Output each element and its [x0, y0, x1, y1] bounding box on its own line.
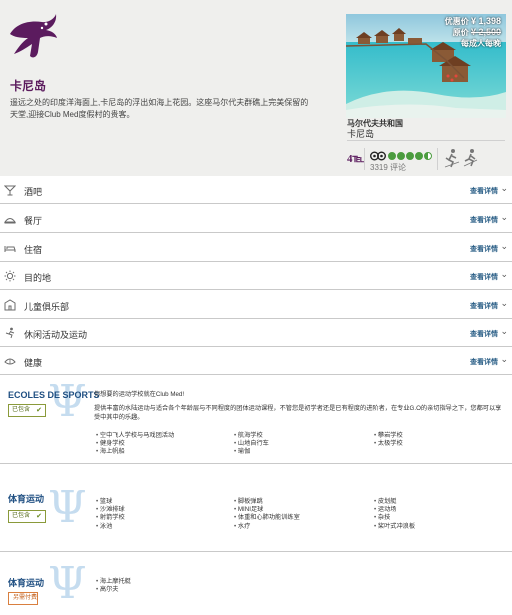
check-icon: ✔	[36, 407, 42, 414]
list-item: 水疗	[234, 523, 374, 531]
dining-icon	[4, 218, 16, 224]
section-description: 提供丰富的水陆运动与适合各个年龄层与不同程度的团体运动课程，不管您是初学者还是已…	[94, 405, 502, 421]
ski-icon	[444, 149, 460, 168]
accordion-label: 住宿	[24, 245, 43, 255]
section-title: ECOLES DE SPORTS	[8, 390, 100, 400]
list-item: 皮划艇	[374, 498, 504, 506]
resort-name: 卡尼岛	[347, 129, 375, 139]
view-details-link[interactable]: 查看详情	[470, 357, 498, 367]
chevron-down-icon[interactable]: ⌄	[500, 269, 508, 280]
accordion-label: 酒吧	[24, 187, 43, 197]
list-item: 脚板弹跳	[234, 498, 374, 506]
list-item: 瑜伽	[234, 448, 374, 456]
resort-photo-card[interactable]: 优惠价 ¥ 1,398 原价 ¥ 2,500 每成人每晚	[346, 14, 506, 118]
accordion-label: 目的地	[24, 273, 52, 283]
list-item: 运动场	[374, 506, 504, 514]
list-item: 山地自行车	[234, 440, 374, 448]
accordion-bar[interactable]: 酒吧 查看详情 ⌄	[0, 176, 512, 204]
list-item: 空中飞人学校与马戏团活动	[96, 432, 234, 440]
check-icon: ✔	[36, 513, 42, 520]
rating-dot	[415, 152, 423, 160]
resort-description: 遥远之处的印度洋海面上,卡尼岛的浮出如海上花园。这座马尔代夫群礁上完美保留的天堂…	[10, 98, 309, 119]
card-divider	[347, 140, 505, 141]
resort-header: 卡尼岛 遥远之处的印度洋海面上,卡尼岛的浮出如海上花园。这座马尔代夫群礁上完美保…	[0, 0, 512, 176]
view-details-link[interactable]: 查看详情	[470, 301, 498, 311]
accordion-label: 餐厅	[24, 216, 43, 226]
list-item: 高尔夫	[96, 586, 234, 594]
accordion-kids-club[interactable]: 儿童俱乐部 查看详情 ⌄	[0, 291, 512, 319]
extra-cost-badge: 另需付费	[8, 592, 38, 605]
included-badge: 已包含 ✔	[8, 510, 46, 523]
activity-columns: 篮球 沙滩排球 射箭学校 泳池 脚板弹跳 MINI足球 体重和心肺功能训练室 水…	[96, 498, 504, 531]
chevron-down-icon[interactable]: ⌄	[500, 241, 508, 252]
list-item: 体重和心肺功能训练室	[234, 514, 374, 522]
bed-icon	[4, 246, 16, 252]
activity-columns: 海上摩托艇 高尔夫	[96, 578, 234, 594]
sports-icon	[5, 327, 15, 339]
rating-dot	[388, 152, 396, 160]
list-item: 太极学校	[374, 440, 504, 448]
view-details-link[interactable]: 查看详情	[470, 215, 498, 225]
resort-title: 卡尼岛	[10, 79, 47, 93]
sports-schools-section: Ψ ECOLES DE SPORTS 已包含 ✔ 你想要的运动学校就在Club M…	[0, 376, 512, 464]
list-item: 攀岩学校	[374, 432, 504, 440]
review-count: 3319 评论	[370, 163, 407, 172]
view-details-link[interactable]: 查看详情	[470, 186, 498, 196]
list-item: 杂技	[374, 514, 504, 522]
divider	[364, 148, 365, 170]
list-item: 桨叶式冲浪板	[374, 523, 504, 531]
chevron-down-icon[interactable]: ⌄	[500, 298, 508, 309]
accordion-label: 健康	[24, 358, 43, 368]
accordion-label: 儿童俱乐部	[24, 302, 70, 312]
chevron-down-icon[interactable]: ⌄	[500, 183, 508, 194]
list-item: 海上帆船	[96, 448, 234, 456]
accordion-label: 休闲活动及运动	[24, 330, 88, 340]
skiing-icon	[463, 149, 478, 167]
price-unit: 每成人每晚	[461, 39, 501, 48]
section-title: 体育运动	[8, 578, 45, 588]
view-details-link[interactable]: 查看详情	[470, 329, 498, 339]
club-med-trident-logo	[10, 14, 57, 58]
rating-dot	[424, 152, 432, 160]
section-intro: 你想要的运动学校就在Club Med!	[94, 391, 185, 398]
accordion-activities[interactable]: 休闲活动及运动 查看详情 ⌄	[0, 319, 512, 347]
wellness-icon	[4, 358, 16, 365]
list-item: 泳池	[96, 523, 234, 531]
sun-icon	[4, 270, 16, 282]
tripadvisor-rating[interactable]: 3319 评论	[370, 149, 434, 172]
sports-extra-section: Ψ 体育运动 另需付费 海上摩托艇 高尔夫	[0, 558, 512, 615]
sports-included-section: Ψ 体育运动 已包含✔ 篮球 沙滩排球 射箭学校 泳池 脚板弹跳 MINI足球 …	[0, 470, 512, 552]
divider	[437, 148, 438, 170]
original-price: 原价 ¥ 2,500	[452, 27, 501, 37]
view-details-link[interactable]: 查看详情	[470, 272, 498, 282]
accordion-accommodation[interactable]: 住宿 查看详情 ⌄	[0, 234, 512, 262]
activity-columns: 空中飞人学校与马戏团活动 健身学校 海上帆船 航海学校 山地自行车 瑜伽 攀岩学…	[96, 432, 504, 457]
trident-watermark: Ψ	[48, 376, 87, 427]
section-title: 体育运动	[8, 494, 45, 504]
trident-watermark: Ψ	[48, 558, 87, 609]
price-overlay: 优惠价 ¥ 1,398 原价 ¥ 2,500 每成人每晚	[428, 16, 504, 54]
deal-price: 优惠价 ¥ 1,398	[444, 16, 501, 26]
chevron-down-icon[interactable]: ⌄	[500, 212, 508, 223]
resort-tier-rating: 4℡	[347, 153, 365, 165]
list-item: 射箭学校	[96, 514, 234, 522]
view-details-link[interactable]: 查看详情	[470, 244, 498, 254]
cocktail-icon	[4, 185, 16, 196]
rating-dot	[406, 152, 414, 160]
list-item: 海上摩托艇	[96, 578, 234, 586]
accordion-dining[interactable]: 餐厅 查看详情 ⌄	[0, 205, 512, 233]
rating-dot	[397, 152, 405, 160]
accordion-wellness[interactable]: 健康 查看详情 ⌄	[0, 347, 512, 375]
list-item: 篮球	[96, 498, 234, 506]
rating-dots	[388, 152, 432, 160]
accordion-destination[interactable]: 目的地 查看详情 ⌄	[0, 262, 512, 290]
included-badge: 已包含 ✔	[8, 404, 46, 417]
tripadvisor-owl-icon	[370, 151, 386, 161]
chevron-down-icon[interactable]: ⌄	[500, 354, 508, 365]
trident-watermark: Ψ	[48, 482, 87, 533]
kids-icon	[4, 299, 16, 311]
list-item: 航海学校	[234, 432, 374, 440]
chevron-down-icon[interactable]: ⌄	[500, 326, 508, 337]
